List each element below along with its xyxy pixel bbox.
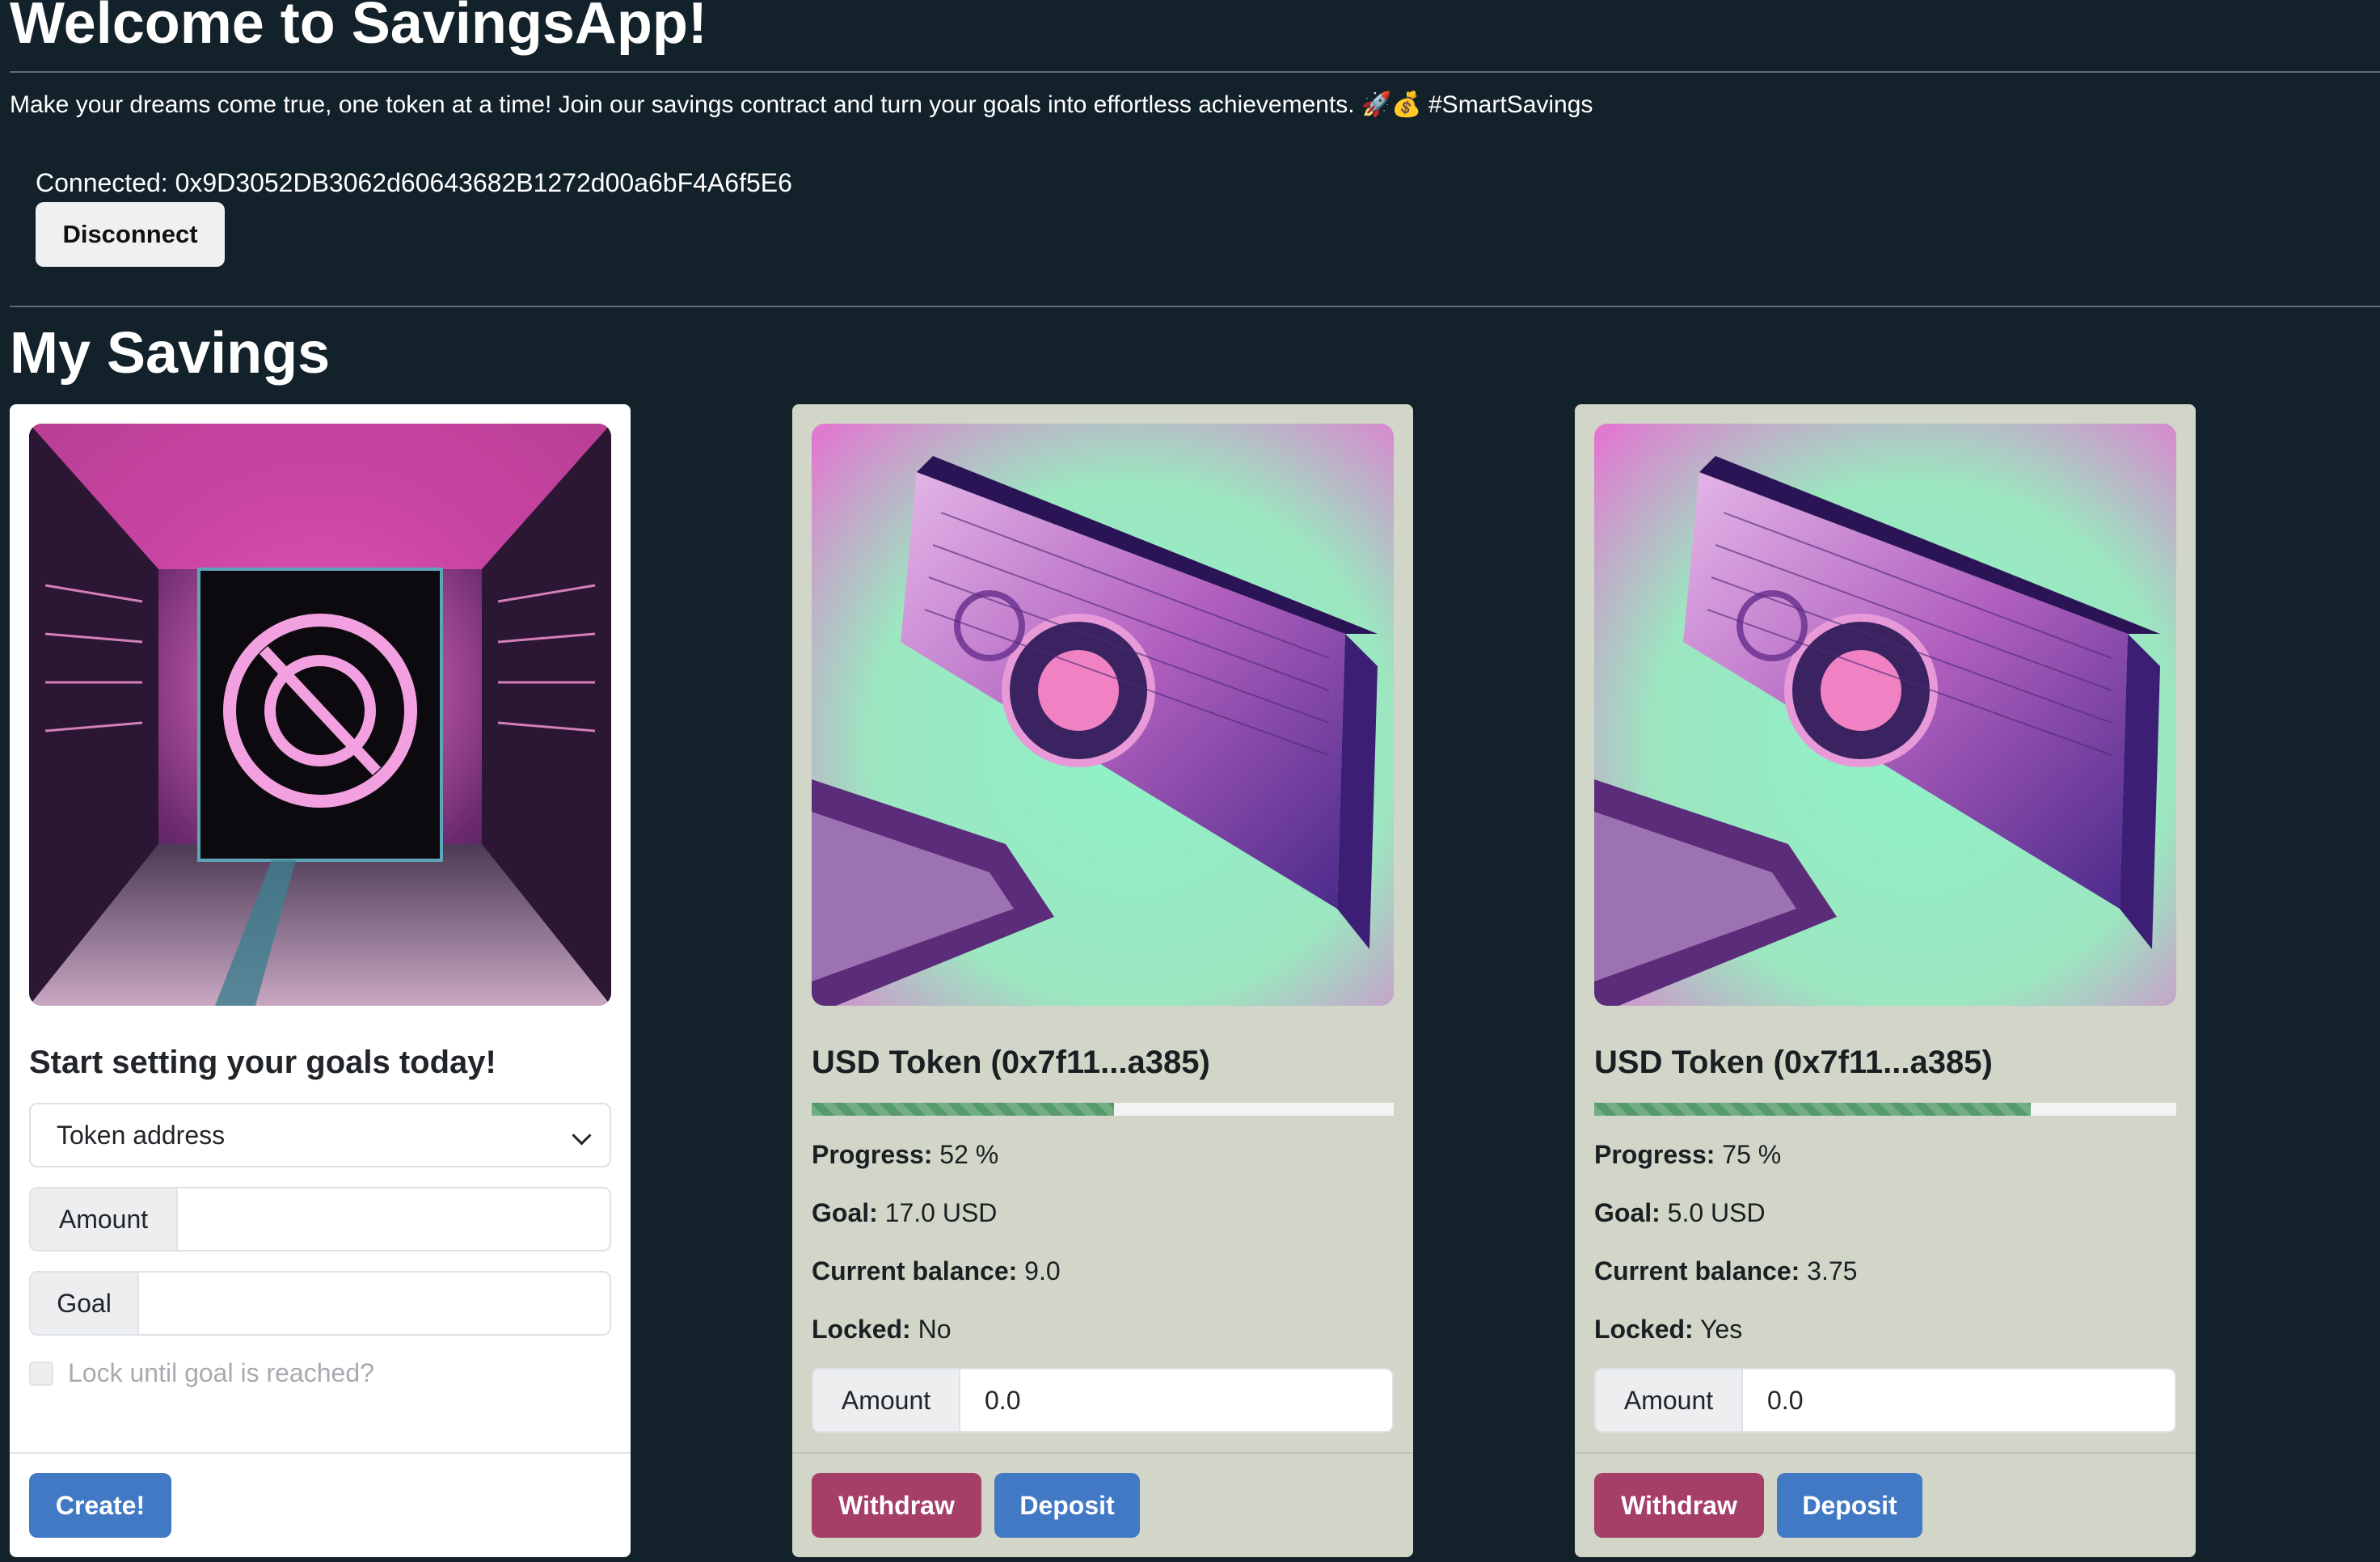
section-title: My Savings xyxy=(10,321,331,386)
connection-status: Connected: 0x9D3052DB3062d60643682B1272d… xyxy=(36,168,792,198)
progress-value: 75 % xyxy=(1722,1140,1782,1169)
withdraw-button[interactable]: Withdraw xyxy=(812,1473,981,1538)
wallet-image xyxy=(812,424,1394,1006)
savings-card-title: USD Token (0x7f11...a385) xyxy=(1594,1045,1993,1080)
progress-bar xyxy=(1594,1103,2176,1116)
goal-label: Goal xyxy=(31,1273,139,1334)
card-footer-divider xyxy=(10,1452,631,1454)
create-goal-card: Start setting your goals today! Token ad… xyxy=(10,404,631,1557)
disconnect-button[interactable]: Disconnect xyxy=(36,202,225,267)
section-divider xyxy=(10,306,2380,307)
tagline: Make your dreams come true, one token at… xyxy=(10,91,1593,118)
goal-stat: Goal: 5.0 USD xyxy=(1594,1198,1766,1227)
header-divider xyxy=(10,71,2380,73)
connected-label: Connected: xyxy=(36,168,168,197)
balance-stat: Current balance: 9.0 xyxy=(812,1256,1061,1285)
balance-value: 3.75 xyxy=(1807,1256,1858,1285)
withdraw-button[interactable]: Withdraw xyxy=(1594,1473,1764,1538)
goal-value: 17.0 USD xyxy=(884,1198,998,1227)
amount-input-group: Amount 0.0 xyxy=(1594,1368,2176,1433)
balance-stat: Current balance: 3.75 xyxy=(1594,1256,1858,1285)
locked-value: No xyxy=(918,1315,952,1344)
token-address-select[interactable]: Token address xyxy=(29,1103,611,1167)
create-goal-image xyxy=(29,424,611,1006)
savings-card-title: USD Token (0x7f11...a385) xyxy=(812,1045,1210,1080)
chevron-down-icon xyxy=(572,1125,592,1146)
goal-stat: Goal: 17.0 USD xyxy=(812,1198,998,1227)
progress-bar-fill xyxy=(812,1103,1115,1116)
progress-value: 52 % xyxy=(939,1140,999,1169)
wallet-address: 0x9D3052DB3062d60643682B1272d00a6bF4A6f5… xyxy=(175,168,792,197)
savings-card: USD Token (0x7f11...a385) Progress: 75 %… xyxy=(1575,404,2196,1557)
amount-input[interactable]: 0.0 xyxy=(1741,1370,2175,1431)
amount-label: Amount xyxy=(1596,1370,1743,1431)
locked-stat: Locked: Yes xyxy=(1594,1315,1743,1344)
locked-stat: Locked: No xyxy=(812,1315,952,1344)
deposit-button[interactable]: Deposit xyxy=(994,1473,1140,1538)
progress-stat: Progress: 75 % xyxy=(1594,1140,1782,1169)
savings-card: USD Token (0x7f11...a385) Progress: 52 %… xyxy=(792,404,1413,1557)
wallet-image xyxy=(1594,424,2176,1006)
create-button[interactable]: Create! xyxy=(29,1473,171,1538)
goal-value: 5.0 USD xyxy=(1667,1198,1766,1227)
deposit-button[interactable]: Deposit xyxy=(1777,1473,1922,1538)
create-goal-heading: Start setting your goals today! xyxy=(29,1045,496,1080)
goal-input[interactable] xyxy=(137,1273,610,1334)
lock-checkbox[interactable] xyxy=(29,1361,53,1386)
locked-value: Yes xyxy=(1700,1315,1743,1344)
amount-input[interactable]: 0.0 xyxy=(959,1370,1392,1431)
amount-input[interactable] xyxy=(176,1188,610,1250)
amount-input-group: Amount xyxy=(29,1187,611,1252)
progress-bar-fill xyxy=(1594,1103,2031,1116)
token-address-value: Token address xyxy=(57,1121,226,1150)
card-footer-divider xyxy=(792,1452,1413,1454)
progress-bar xyxy=(812,1103,1394,1116)
amount-label: Amount xyxy=(813,1370,960,1431)
amount-label: Amount xyxy=(31,1188,178,1250)
goal-input-group: Goal xyxy=(29,1271,611,1336)
lock-checkbox-label: Lock until goal is reached? xyxy=(68,1358,374,1387)
page-title: Welcome to SavingsApp! xyxy=(10,0,707,56)
card-footer-divider xyxy=(1575,1452,2196,1454)
amount-input-group: Amount 0.0 xyxy=(812,1368,1394,1433)
progress-stat: Progress: 52 % xyxy=(812,1140,999,1169)
balance-value: 9.0 xyxy=(1024,1256,1061,1285)
